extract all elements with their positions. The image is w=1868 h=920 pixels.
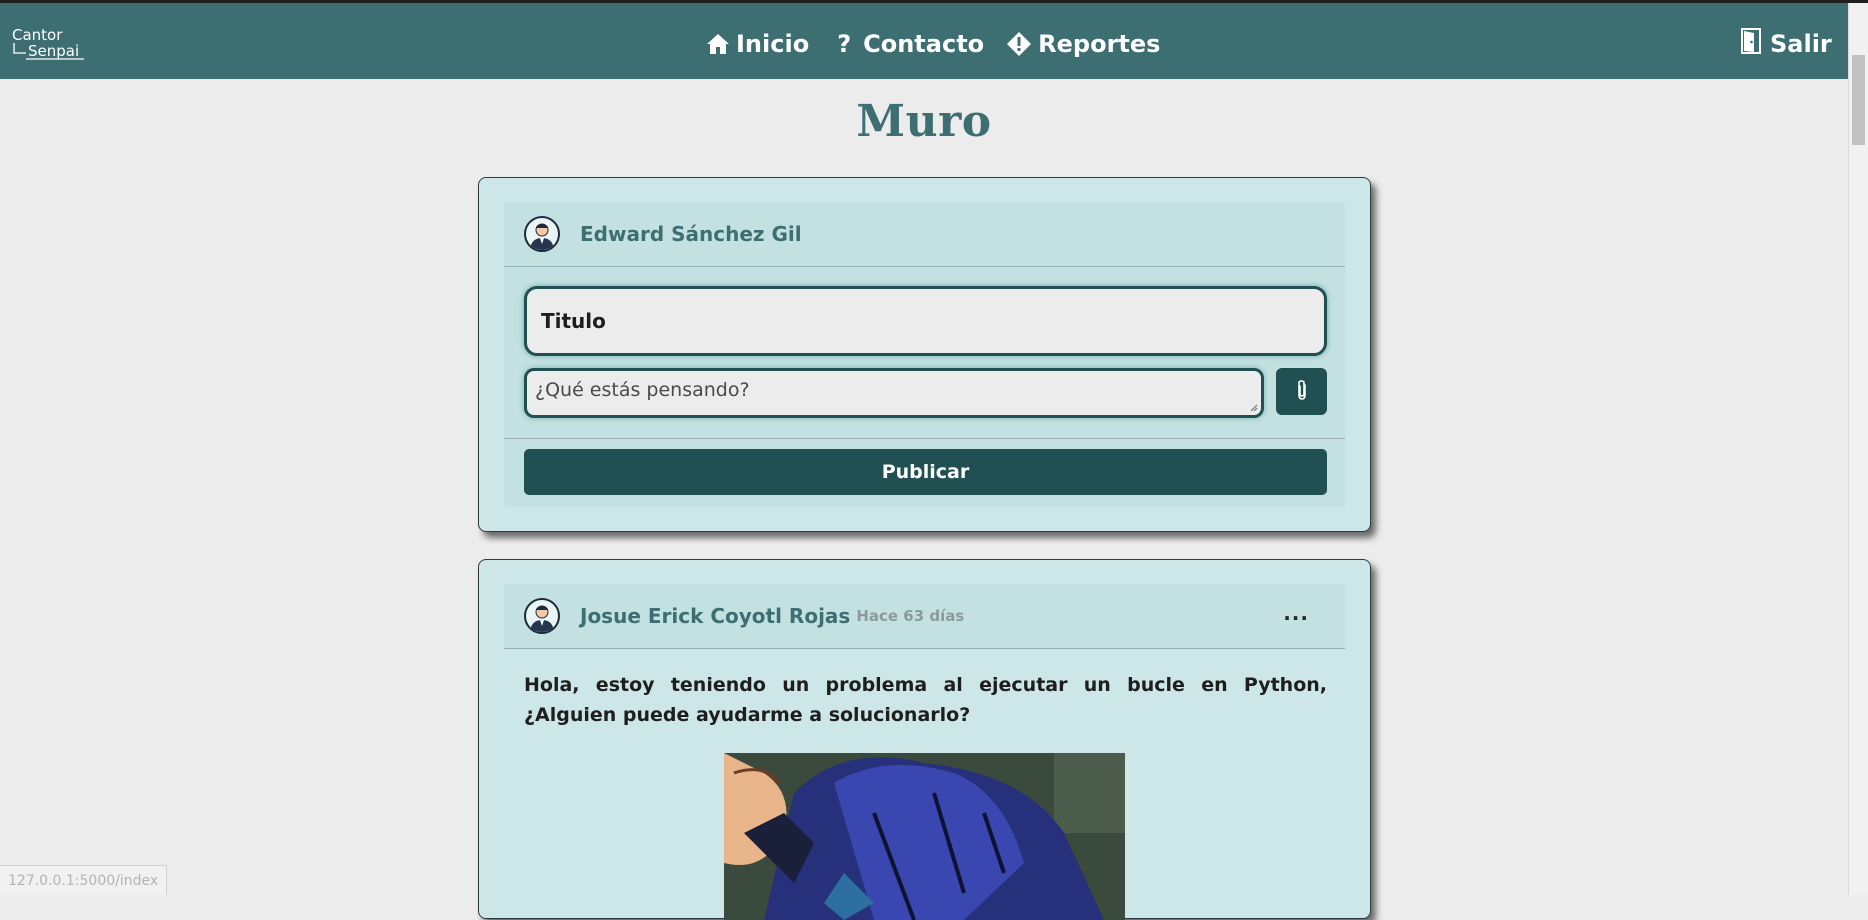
attach-file-button[interactable]	[1276, 368, 1327, 415]
status-bar-url: 127.0.0.1:5000/index	[0, 865, 168, 895]
composer-user-row: Edward Sánchez Gil	[504, 202, 1345, 267]
post-user-row: Josue Erick Coyotl Rojas Hace 63 días ··…	[504, 584, 1345, 649]
nav-label-contacto: Contacto	[863, 30, 985, 58]
post-card: Josue Erick Coyotl Rojas Hace 63 días ··…	[478, 559, 1371, 920]
nav-item-contacto[interactable]: ? Contacto	[831, 30, 984, 58]
navbar: Cantor Senpai Inicio ? Contacto Reportes…	[0, 3, 1848, 79]
scroll-thumb[interactable]	[1852, 55, 1865, 145]
exit-button[interactable]: Salir	[1740, 25, 1832, 63]
scrollbar[interactable]	[1848, 3, 1868, 895]
logo[interactable]: Cantor Senpai	[12, 23, 90, 65]
composer-divider	[504, 438, 1345, 439]
composer-inner: Edward Sánchez Gil Titulo ¿Qué estás pen…	[504, 202, 1345, 507]
publish-button[interactable]: Publicar	[524, 449, 1327, 495]
post-header: Josue Erick Coyotl Rojas Hace 63 días ··…	[504, 584, 1345, 649]
post-menu-button[interactable]: ···	[1283, 606, 1309, 630]
resize-grip-icon[interactable]	[1250, 404, 1258, 412]
avatar	[524, 216, 560, 252]
publish-label: Publicar	[881, 461, 970, 483]
door-exit-icon	[1740, 28, 1762, 60]
post-author[interactable]: Josue Erick Coyotl Rojas	[580, 604, 850, 628]
post-time-ago: Hace 63 días	[856, 607, 965, 625]
exit-label: Salir	[1770, 30, 1832, 58]
home-icon	[706, 32, 730, 56]
post-text: Hola, estoy teniendo un problema al ejec…	[524, 674, 1327, 726]
nav-label-reportes: Reportes	[1038, 30, 1161, 58]
composer-user-name: Edward Sánchez Gil	[580, 222, 802, 246]
nav-item-inicio[interactable]: Inicio	[706, 30, 809, 58]
post-body-textarea[interactable]: ¿Qué estás pensando?	[524, 368, 1264, 418]
post-title-value: Titulo	[541, 309, 606, 333]
alert-diamond-icon	[1006, 31, 1032, 57]
nav-item-reportes[interactable]: Reportes	[1006, 30, 1160, 58]
question-icon: ?	[837, 30, 852, 58]
logo-line2: Senpai	[28, 42, 79, 60]
post-body-placeholder: ¿Qué estás pensando?	[535, 379, 750, 401]
page-title: Muro	[856, 96, 992, 147]
paperclip-icon	[1295, 379, 1309, 405]
avatar	[524, 598, 560, 634]
nav-links: Inicio ? Contacto Reportes	[706, 25, 1160, 63]
nav-label-inicio: Inicio	[736, 30, 810, 58]
post-title-input[interactable]: Titulo	[524, 286, 1327, 356]
composer-card: Edward Sánchez Gil Titulo ¿Qué estás pen…	[478, 177, 1371, 532]
